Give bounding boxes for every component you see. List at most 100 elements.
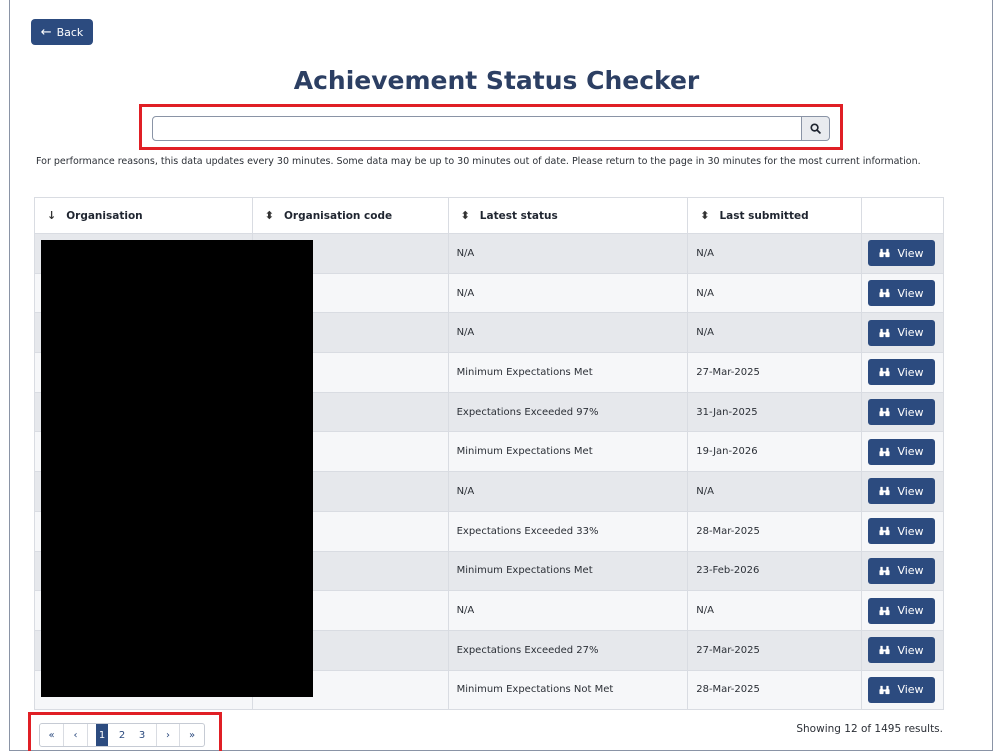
view-label: View <box>897 643 924 657</box>
latest-status-cell: Minimum Expectations Met <box>447 550 689 592</box>
action-cell: View <box>861 312 944 354</box>
data-refresh-notice: For performance reasons, this data updat… <box>36 156 921 167</box>
latest-status-cell: N/A <box>447 272 689 314</box>
view-label: View <box>897 405 924 419</box>
search-input[interactable] <box>152 116 802 141</box>
action-cell: View <box>861 272 944 314</box>
prev-page-button[interactable]: ‹ <box>64 724 88 746</box>
column-header-actions <box>861 197 944 234</box>
last-submitted-cell: 28-Mar-2025 <box>687 669 862 711</box>
last-page-button[interactable]: » <box>180 724 204 746</box>
view-label: View <box>897 683 924 697</box>
sort-icon: ⬍ <box>264 209 274 222</box>
arrow-left-icon: ← <box>40 24 52 40</box>
action-cell: View <box>861 510 944 552</box>
last-submitted-cell: 27-Mar-2025 <box>687 629 862 671</box>
binoculars-icon <box>879 646 890 655</box>
view-button[interactable]: View <box>868 597 935 624</box>
redacted-block <box>41 240 313 697</box>
last-submitted-cell: N/A <box>687 233 862 274</box>
view-button[interactable]: View <box>868 518 935 545</box>
binoculars-icon <box>879 447 890 456</box>
binoculars-icon <box>879 328 890 337</box>
page-button-2[interactable]: 2 <box>116 724 128 746</box>
action-cell: View <box>861 352 944 393</box>
last-submitted-cell: 19-Jan-2026 <box>687 431 862 473</box>
view-label: View <box>897 604 924 618</box>
sort-icon: ⬍ <box>700 209 710 222</box>
column-header-last-submitted[interactable]: ⬍ Last submitted <box>687 197 862 234</box>
latest-status-cell: Minimum Expectations Not Met <box>447 669 689 711</box>
last-submitted-cell: 31-Jan-2025 <box>687 391 862 433</box>
last-submitted-cell: N/A <box>687 590 862 631</box>
binoculars-icon <box>879 368 890 377</box>
view-button[interactable]: View <box>868 676 935 703</box>
binoculars-icon <box>879 566 890 575</box>
search-button[interactable] <box>802 116 830 141</box>
action-cell: View <box>861 471 944 512</box>
view-button[interactable]: View <box>868 637 935 664</box>
latest-status-cell: Expectations Exceeded 33% <box>447 510 689 552</box>
view-button[interactable]: View <box>868 359 935 386</box>
table-header-row: ↓ Organisation ⬍ Organisation code ⬍ Latest… <box>34 197 944 234</box>
last-submitted-cell: 28-Mar-2025 <box>687 510 862 552</box>
view-label: View <box>897 286 924 300</box>
latest-status-cell: Minimum Expectations Met <box>447 352 689 393</box>
pagination: « ‹ 1 2 3 › » <box>39 723 205 747</box>
latest-status-cell: N/A <box>447 471 689 512</box>
last-submitted-cell: 27-Mar-2025 <box>687 352 862 393</box>
view-button[interactable]: View <box>868 557 935 584</box>
column-header-latest-status[interactable]: ⬍ Latest status <box>447 197 689 234</box>
binoculars-icon <box>879 527 890 536</box>
back-label: Back <box>56 25 84 39</box>
action-cell: View <box>861 629 944 671</box>
page-numbers: 1 2 3 <box>88 724 156 746</box>
binoculars-icon <box>879 407 890 417</box>
action-cell: View <box>861 431 944 473</box>
search-bar <box>152 116 830 141</box>
page-button-1[interactable]: 1 <box>96 724 108 746</box>
column-header-organisation-code[interactable]: ⬍ Organisation code <box>251 197 449 234</box>
binoculars-icon <box>879 487 890 496</box>
next-page-button[interactable]: › <box>156 724 180 746</box>
action-cell: View <box>861 233 944 274</box>
view-button[interactable]: View <box>868 478 935 505</box>
view-label: View <box>897 564 924 578</box>
last-submitted-cell: N/A <box>687 312 862 354</box>
action-cell: View <box>861 391 944 433</box>
view-label: View <box>897 365 924 379</box>
latest-status-cell: N/A <box>447 312 689 354</box>
view-label: View <box>897 524 924 538</box>
view-label: View <box>897 246 924 260</box>
latest-status-cell: Expectations Exceeded 27% <box>447 629 689 671</box>
action-cell: View <box>861 669 944 711</box>
sort-desc-icon: ↓ <box>47 209 57 222</box>
latest-status-cell: Expectations Exceeded 97% <box>447 391 689 433</box>
binoculars-icon <box>879 249 890 258</box>
search-icon <box>810 123 821 134</box>
page-button-3[interactable]: 3 <box>136 724 148 746</box>
column-header-organisation[interactable]: ↓ Organisation <box>34 197 253 234</box>
action-cell: View <box>861 590 944 631</box>
sort-icon: ⬍ <box>460 209 470 222</box>
binoculars-icon <box>879 288 890 298</box>
view-button[interactable]: View <box>868 319 935 346</box>
latest-status-cell: N/A <box>447 233 689 274</box>
latest-status-cell: N/A <box>447 590 689 631</box>
last-submitted-cell: N/A <box>687 272 862 314</box>
page-title: Achievement Status Checker <box>293 66 700 95</box>
last-submitted-cell: 23-Feb-2026 <box>687 550 862 592</box>
back-button[interactable]: ← Back <box>31 19 93 45</box>
results-count: Showing 12 of 1495 results. <box>796 723 943 735</box>
first-page-button[interactable]: « <box>40 724 64 746</box>
view-label: View <box>897 326 924 340</box>
view-button[interactable]: View <box>868 240 935 267</box>
view-label: View <box>897 445 924 459</box>
action-cell: View <box>861 550 944 592</box>
view-button[interactable]: View <box>868 399 935 426</box>
view-button[interactable]: View <box>868 438 935 465</box>
binoculars-icon <box>879 606 890 615</box>
view-button[interactable]: View <box>868 280 935 307</box>
last-submitted-cell: N/A <box>687 471 862 512</box>
view-label: View <box>897 484 924 498</box>
